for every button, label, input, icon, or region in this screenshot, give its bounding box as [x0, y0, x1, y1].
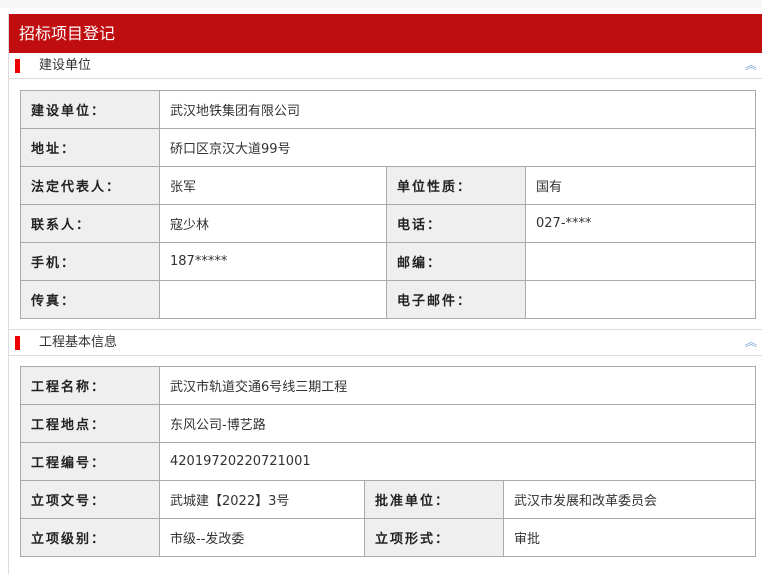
mobile: 187***** [159, 242, 387, 281]
label: 电话： [386, 204, 526, 243]
label: 法定代表人： [20, 166, 160, 205]
label: 邮编： [386, 242, 526, 281]
label: 建设单位： [20, 90, 160, 129]
section-marker [15, 336, 20, 350]
section-marker [15, 59, 20, 73]
approval-level: 市级--发改委 [159, 518, 365, 557]
unit-address: 硚口区京汉大道99号 [159, 128, 756, 167]
double-chevron-up-icon[interactable]: ︽ [745, 53, 757, 78]
label: 手机： [20, 242, 160, 281]
unit-nature: 国有 [525, 166, 756, 205]
label: 单位性质： [386, 166, 526, 205]
label: 地址： [20, 128, 160, 167]
label: 联系人： [20, 204, 160, 243]
section-title: 建设单位 [39, 58, 92, 73]
section-title: 工程基本信息 [39, 335, 118, 350]
zip [525, 242, 756, 281]
top-strip [0, 0, 762, 8]
approval-doc: 武城建【2022】3号 [159, 480, 365, 519]
contact: 寇少林 [159, 204, 387, 243]
label: 立项文号： [20, 480, 160, 519]
legal-rep: 张军 [159, 166, 387, 205]
unit-table: 建设单位： 武汉地铁集团有限公司 地址： 硚口区京汉大道99号 法定代表人： 张军 单位… [20, 90, 756, 319]
label: 立项形式： [364, 518, 504, 557]
label: 工程编号： [20, 442, 160, 481]
project-table: 工程名称： 武汉市轨道交通6号线三期工程 工程地点： 东风公司-博艺路 工程编号： 4… [20, 366, 756, 557]
fax [159, 280, 387, 319]
registration-panel: 招标项目登记 建设单位 ︽ 建设单位： 武汉地铁集团有限公司 地址： 硚口区京汉大道… [8, 14, 762, 574]
email [525, 280, 756, 319]
double-chevron-up-icon[interactable]: ︽ [745, 330, 757, 355]
unit-name: 武汉地铁集团有限公司 [159, 90, 756, 129]
phone: 027-**** [525, 204, 756, 243]
label: 工程地点： [20, 404, 160, 443]
project-location: 东风公司-博艺路 [159, 404, 756, 443]
section-header-project: 工程基本信息 ︽ [9, 329, 762, 356]
label: 批准单位： [364, 480, 504, 519]
label: 电子邮件： [386, 280, 526, 319]
label: 工程名称： [20, 366, 160, 405]
approver: 武汉市发展和改革委员会 [503, 480, 756, 519]
project-code: 42019720220721001 [159, 442, 756, 481]
approval-form: 审批 [503, 518, 756, 557]
project-name: 武汉市轨道交通6号线三期工程 [159, 366, 756, 405]
label: 立项级别： [20, 518, 160, 557]
label: 传真： [20, 280, 160, 319]
section-header-unit: 建设单位 ︽ [9, 53, 762, 79]
page-title: 招标项目登记 [9, 14, 762, 53]
